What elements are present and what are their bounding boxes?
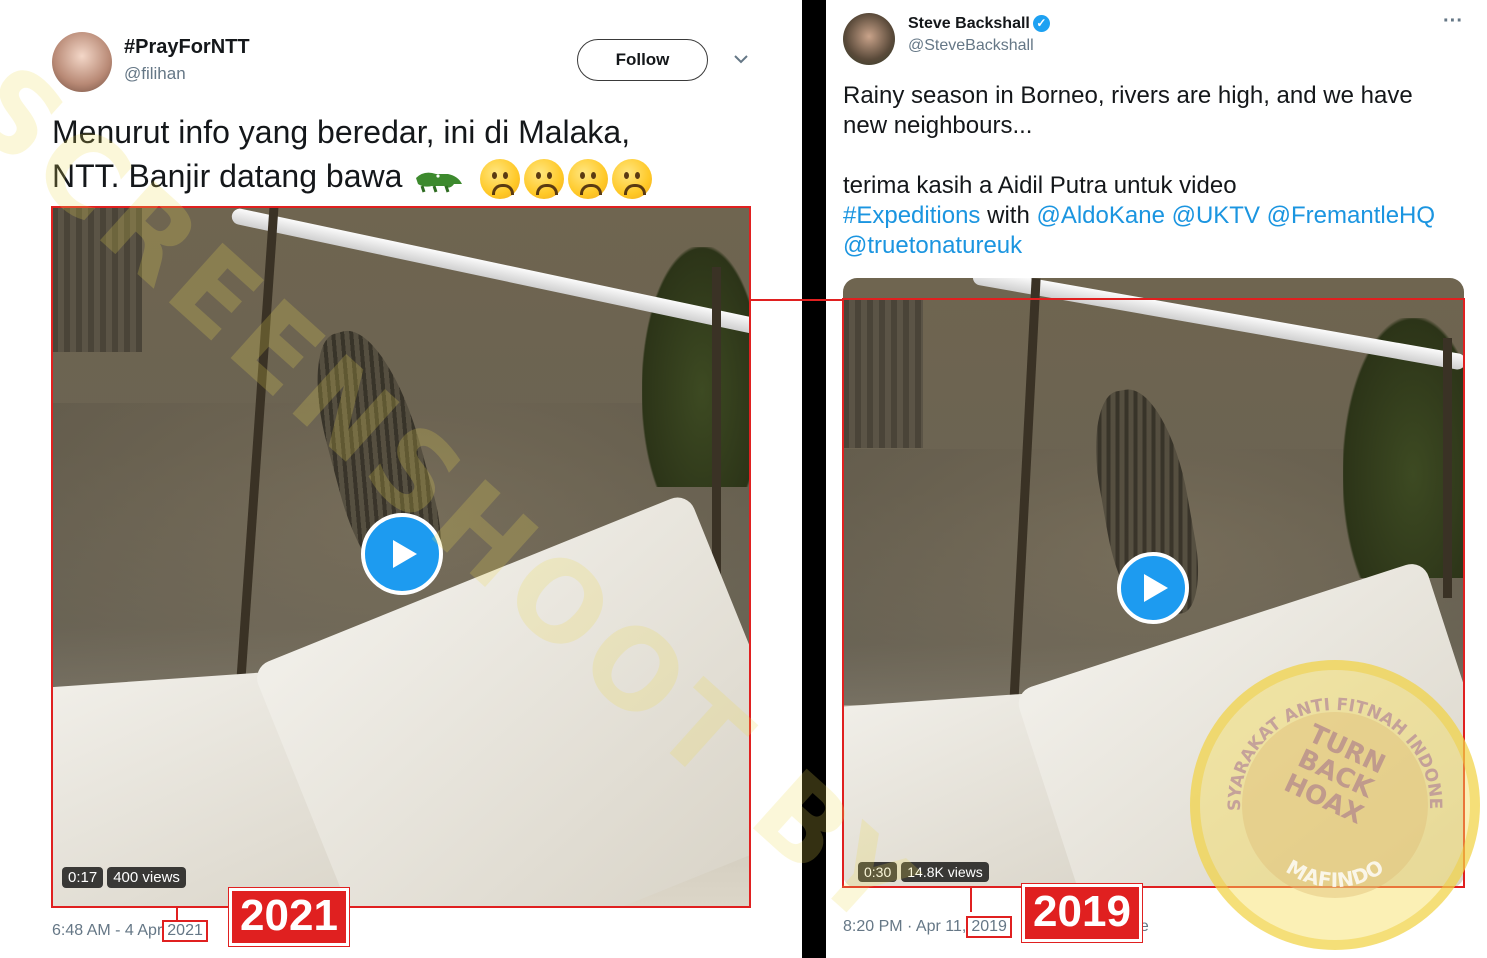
timestamp-date: 8:20 PM · Apr 11, [843, 918, 967, 935]
left-year-connector [176, 906, 178, 920]
tweet-text-line-4: #Expeditions with @AldoKane @UKTV @Frema… [843, 201, 1435, 231]
frowning-face-emoji-icon [480, 158, 521, 199]
left-year-label: 2021 [229, 888, 349, 946]
mention-link[interactable]: @UKTV [1172, 202, 1260, 229]
handle[interactable]: @filihan [124, 64, 186, 84]
mention-link[interactable]: @truetonatureuk [843, 232, 1022, 259]
handle[interactable]: @SteveBackshall [908, 37, 1034, 55]
tweet-text: Menurut info yang beredar, ini di Malaka… [52, 110, 653, 199]
right-year-connector [970, 888, 972, 912]
frowning-face-emoji-icon [524, 158, 565, 199]
left-video-highlight [51, 206, 751, 908]
filihan-avatar[interactable] [52, 32, 112, 92]
timestamp-date: 6:48 AM - 4 Apr [52, 922, 163, 939]
tweet-text: Rainy season in Borneo, rivers are high,… [843, 81, 1435, 261]
frowning-face-emoji-icon [568, 158, 609, 199]
mention-link[interactable]: @FremantleHQ [1267, 202, 1435, 229]
more-options-icon[interactable]: ··· [1443, 10, 1463, 33]
steve-backshall-avatar[interactable] [843, 13, 895, 65]
tweet-text-line-2: new neighbours... [843, 112, 1033, 139]
mafindo-seal-logo: MASYARAKAT ANTI FITNAH INDONESIA MAFINDO… [1190, 660, 1480, 950]
timestamp-year: 2021 [162, 920, 208, 942]
tweet-text-line-5: @truetonatureuk [843, 231, 1435, 261]
verified-badge-icon: ✓ [1032, 15, 1050, 33]
with-word: with [987, 202, 1030, 229]
right-year-label: 2019 [1022, 884, 1142, 942]
tweet-timestamp[interactable]: 6:48 AM - 4 Apr 2021 [52, 920, 208, 942]
frowning-face-emoji-icon [612, 158, 653, 199]
tweet-text-line-3: terima kasih a Aidil Putra untuk video [843, 172, 1237, 199]
panel-divider [802, 0, 826, 958]
svg-text:MAFINDO: MAFINDO [1282, 855, 1388, 893]
crocodile-emoji-icon [416, 172, 463, 193]
seal-bottom-text: MAFINDO [1282, 855, 1388, 893]
tweet-text-blank [843, 141, 1435, 171]
timestamp-year: 2019 [966, 916, 1012, 938]
display-name[interactable]: Steve Backshall ✓ [908, 15, 1050, 33]
connector-line [751, 299, 843, 301]
follow-button[interactable]: Follow [577, 39, 708, 81]
chevron-down-icon[interactable] [732, 50, 750, 68]
tweet-text-line-2-words: NTT. Banjir datang bawa [52, 158, 403, 194]
display-name-text: Steve Backshall [908, 15, 1030, 32]
mention-link[interactable]: @AldoKane [1036, 202, 1164, 229]
tweet-text-line-1: Rainy season in Borneo, rivers are high,… [843, 82, 1413, 109]
hashtag-link[interactable]: #Expeditions [843, 202, 980, 229]
tweet-text-line-2: NTT. Banjir datang bawa [52, 154, 653, 199]
display-name[interactable]: #PrayForNTT [124, 36, 250, 59]
tweet-text-line-1: Menurut info yang beredar, ini di Malaka… [52, 114, 631, 150]
